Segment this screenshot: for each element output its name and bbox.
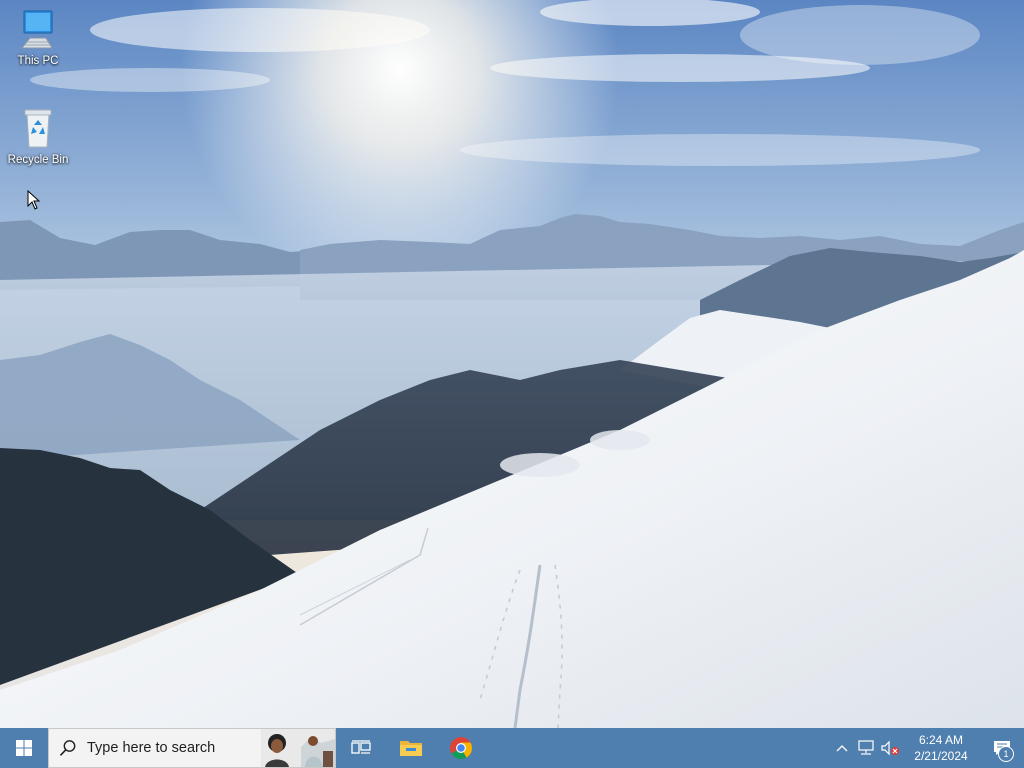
task-view-button[interactable] xyxy=(336,728,386,768)
recycle-bin-icon xyxy=(24,109,52,148)
chrome-icon xyxy=(450,737,472,759)
clock-date: 2/21/2024 xyxy=(914,749,968,763)
desktop-icon-this-pc[interactable]: This PC xyxy=(0,8,76,68)
desktop-icon-label: Recycle Bin xyxy=(7,154,69,166)
search-highlight-illustration[interactable] xyxy=(261,729,335,767)
search-icon xyxy=(49,739,87,757)
system-tray: 6:24 AM 2/21/2024 1 xyxy=(830,728,1024,768)
network-icon xyxy=(858,740,874,755)
volume-muted-icon xyxy=(881,740,899,756)
search-input[interactable]: Type here to search xyxy=(87,740,215,756)
network-button[interactable] xyxy=(854,728,878,768)
file-explorer-icon xyxy=(400,741,422,756)
chevron-up-icon xyxy=(836,745,848,752)
show-hidden-icons-button[interactable] xyxy=(830,728,854,768)
action-center-button[interactable]: 1 xyxy=(980,728,1024,768)
clock-time: 6:24 AM xyxy=(918,733,964,747)
search-box[interactable]: Type here to search xyxy=(48,728,336,768)
mouse-cursor-icon xyxy=(27,190,41,210)
volume-button[interactable] xyxy=(878,728,902,768)
desktop-icon-label: This PC xyxy=(17,55,59,67)
windows-logo-icon xyxy=(16,740,32,756)
clock[interactable]: 6:24 AM 2/21/2024 xyxy=(902,732,980,764)
taskbar: Type here to search 6:24 AM 2/21/2024 1 xyxy=(0,728,1024,768)
desktop-wallpaper xyxy=(0,0,1024,728)
chrome-button[interactable] xyxy=(436,728,486,768)
start-button[interactable] xyxy=(0,728,48,768)
file-explorer-button[interactable] xyxy=(386,728,436,768)
task-view-icon xyxy=(351,740,371,754)
desktop-icon-recycle-bin[interactable]: Recycle Bin xyxy=(0,107,76,167)
notification-count-badge: 1 xyxy=(998,746,1014,762)
computer-icon xyxy=(20,10,53,49)
